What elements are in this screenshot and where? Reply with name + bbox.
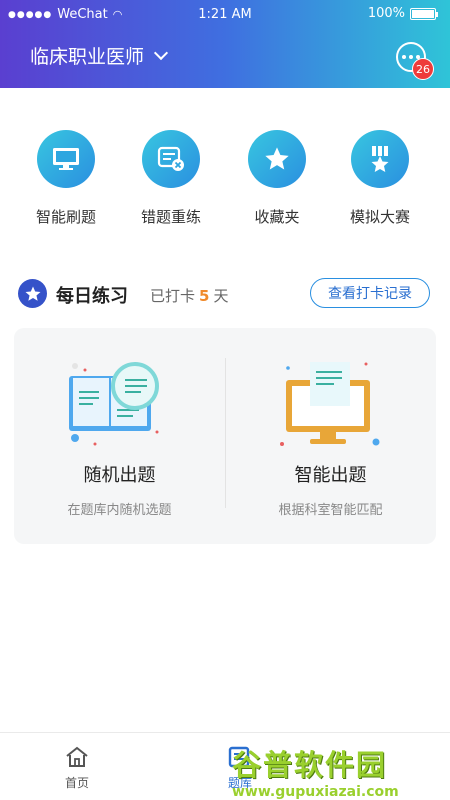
daily-star-icon (18, 279, 47, 308)
checkin-suffix: 天 (213, 287, 229, 305)
tab-home[interactable]: 首页 (37, 745, 117, 791)
battery-icon (410, 7, 438, 20)
computer-icon (279, 362, 379, 446)
option-name: 随机出题 (83, 465, 156, 486)
view-checkin-record-button[interactable]: 查看打卡记录 (310, 278, 430, 308)
feature-wrong-questions[interactable]: 错题重练 (126, 130, 216, 227)
feature-label: 收藏夹 (254, 208, 300, 226)
open-book-icon (68, 362, 159, 446)
checkin-prefix: 已打卡 (150, 287, 196, 305)
feature-label: 模拟大赛 (349, 208, 410, 226)
feature-smart-practice[interactable]: 智能刷题 (21, 130, 111, 227)
feature-favorites[interactable]: 收藏夹 (232, 130, 322, 227)
feature-mock-contest[interactable]: 模拟大赛 (335, 130, 425, 227)
star-icon (265, 147, 289, 170)
section-title: 每日练习 (56, 286, 128, 307)
daily-practice-header: 每日练习 已打卡 5 天 查看打卡记录 (18, 278, 430, 310)
wrong-question-icon (157, 146, 184, 171)
tab-label: 首页 (64, 776, 89, 790)
watermark-url: www.gupuxiazai.com (232, 784, 399, 800)
feature-label: 智能刷题 (35, 208, 96, 226)
option-desc: 根据科室智能匹配 (278, 503, 383, 518)
option-name: 智能出题 (294, 465, 367, 486)
message-count-badge: 26 (412, 58, 434, 80)
chevron-down-icon (153, 45, 169, 60)
practice-card: 随机出题 在题库内随机选题 智能出题 根据科室智能匹配 (14, 328, 436, 544)
watermark-title: 谷普软件园 (232, 748, 388, 782)
feature-label: 错题重练 (140, 208, 201, 226)
monitor-icon (53, 148, 79, 170)
subject-selector[interactable]: 临床职业医师 (30, 42, 169, 69)
battery-percent: 100% (367, 6, 405, 21)
checkin-days: 5 (199, 287, 210, 305)
smart-questions-option[interactable]: 智能出题 根据科室智能匹配 (225, 328, 436, 544)
home-icon (66, 746, 88, 767)
watermark: 谷普软件园 www.gupuxiazai.com (232, 742, 442, 800)
medal-icon (371, 146, 389, 172)
page-title: 临床职业医师 (30, 46, 145, 68)
random-questions-option[interactable]: 随机出题 在题库内随机选题 (14, 328, 225, 544)
checkin-status: 已打卡 5 天 (150, 285, 228, 306)
header: ●●●●● WeChat ◠ 1:21 AM 100% 临床职业医师 26 (0, 0, 450, 88)
option-desc: 在题库内随机选题 (67, 503, 172, 518)
status-bar: ●●●●● WeChat ◠ 1:21 AM 100% (0, 0, 450, 30)
